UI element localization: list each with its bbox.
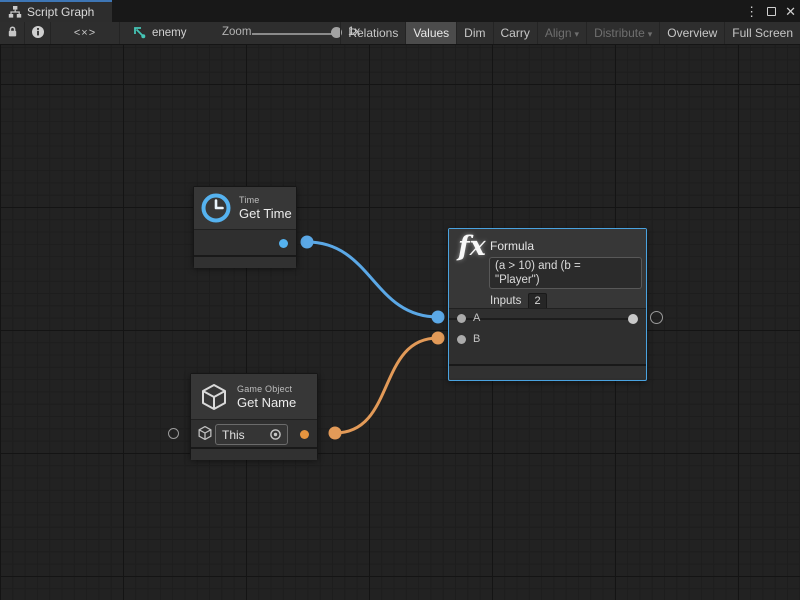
node-footer bbox=[191, 447, 317, 460]
graph-toolbar: <×> enemy Zoom 1x Relations Values Dim C… bbox=[0, 22, 800, 45]
node-header: Time Get Time bbox=[194, 187, 296, 229]
input-port-a[interactable] bbox=[457, 314, 466, 323]
node-get-time[interactable]: Time Get Time bbox=[193, 186, 297, 267]
breadcrumb-label: enemy bbox=[152, 27, 187, 39]
connection-getname-to-formula-b[interactable] bbox=[335, 338, 438, 433]
node-footer bbox=[194, 255, 296, 268]
script-graph-window: Script Graph ⋮ ✕ bbox=[0, 0, 800, 600]
fullscreen-button[interactable]: Full Screen bbox=[724, 22, 800, 44]
window-controls: ⋮ ✕ bbox=[745, 0, 796, 22]
input-port-b-label: B bbox=[473, 333, 480, 345]
formula-expression-input[interactable]: (a > 10) and (b = "Player") bbox=[489, 257, 642, 289]
formula-output-terminal[interactable] bbox=[650, 311, 663, 324]
info-button[interactable] bbox=[25, 22, 51, 44]
lock-icon bbox=[6, 25, 19, 41]
chevron-down-icon: ▾ bbox=[575, 29, 580, 39]
node-body: This bbox=[191, 419, 317, 447]
node-category: Game Object bbox=[237, 384, 296, 394]
connection-gettime-to-formula-a[interactable] bbox=[307, 242, 438, 317]
code-icon: <×> bbox=[74, 27, 96, 39]
graph-canvas[interactable]: Time Get Time fx Formula (a > 10) and (b… bbox=[0, 45, 800, 600]
target-object-field[interactable]: This bbox=[215, 424, 288, 445]
dim-button[interactable]: Dim bbox=[456, 22, 492, 44]
clock-icon bbox=[199, 191, 233, 225]
toolbar-actions: Relations Values Dim Carry Align▾ Distri… bbox=[340, 22, 800, 44]
graph-tab-icon bbox=[8, 5, 22, 19]
breadcrumb[interactable]: enemy bbox=[132, 22, 187, 44]
code-view-button[interactable]: <×> bbox=[51, 22, 120, 44]
node-header: Game Object Get Name bbox=[191, 374, 317, 419]
node-get-name[interactable]: Game Object Get Name This bbox=[190, 373, 318, 459]
cube-icon-small bbox=[197, 425, 213, 441]
close-icon[interactable]: ✕ bbox=[785, 5, 796, 18]
connections-layer bbox=[0, 45, 800, 600]
node-formula[interactable]: fx Formula (a > 10) and (b = "Player") I… bbox=[448, 228, 647, 381]
output-port-time[interactable] bbox=[279, 239, 288, 248]
cube-icon bbox=[199, 382, 229, 412]
info-icon bbox=[31, 25, 45, 42]
node-category: Time bbox=[239, 195, 292, 205]
tab-title: Script Graph bbox=[27, 5, 94, 19]
titlebar: Script Graph ⋮ ✕ bbox=[0, 0, 800, 22]
node-title: Get Name bbox=[237, 395, 296, 410]
node-body bbox=[194, 229, 296, 255]
node-title: Formula bbox=[490, 239, 534, 253]
connection-start-dot-blue[interactable] bbox=[301, 236, 314, 249]
zoom-label: Zoom bbox=[222, 26, 251, 38]
target-object-value: This bbox=[222, 428, 269, 442]
overview-button[interactable]: Overview bbox=[659, 22, 724, 44]
maximize-icon[interactable] bbox=[767, 7, 776, 16]
window-menu-icon[interactable]: ⋮ bbox=[745, 5, 758, 18]
graph-asset-icon bbox=[132, 25, 146, 42]
formula-fx-icon: fx bbox=[458, 231, 486, 262]
lock-button[interactable] bbox=[0, 22, 25, 44]
align-button[interactable]: Align▾ bbox=[537, 22, 586, 44]
carry-button[interactable]: Carry bbox=[493, 22, 537, 44]
connection-end-dot-orange[interactable] bbox=[432, 332, 445, 345]
node-footer bbox=[449, 364, 646, 378]
connection-start-dot-orange[interactable] bbox=[329, 427, 342, 440]
tab-script-graph[interactable]: Script Graph bbox=[0, 0, 112, 22]
input-port-b[interactable] bbox=[457, 335, 466, 344]
zoom-slider-track[interactable] bbox=[252, 33, 338, 35]
inputs-label: Inputs bbox=[490, 295, 521, 307]
distribute-button[interactable]: Distribute▾ bbox=[586, 22, 659, 44]
values-button[interactable]: Values bbox=[405, 22, 456, 44]
output-port-formula[interactable] bbox=[628, 314, 638, 324]
connection-end-dot-blue[interactable] bbox=[432, 311, 445, 324]
relations-button[interactable]: Relations bbox=[340, 22, 405, 44]
output-port-name[interactable] bbox=[300, 430, 309, 439]
node-title: Get Time bbox=[239, 206, 292, 221]
object-picker-icon[interactable] bbox=[269, 428, 282, 441]
input-port-a-label: A bbox=[473, 312, 480, 324]
node-header: fx Formula (a > 10) and (b = "Player") I… bbox=[449, 229, 646, 308]
node-body: A B bbox=[449, 308, 646, 364]
chevron-down-icon: ▾ bbox=[648, 29, 653, 39]
getname-input-terminal[interactable] bbox=[168, 428, 179, 439]
